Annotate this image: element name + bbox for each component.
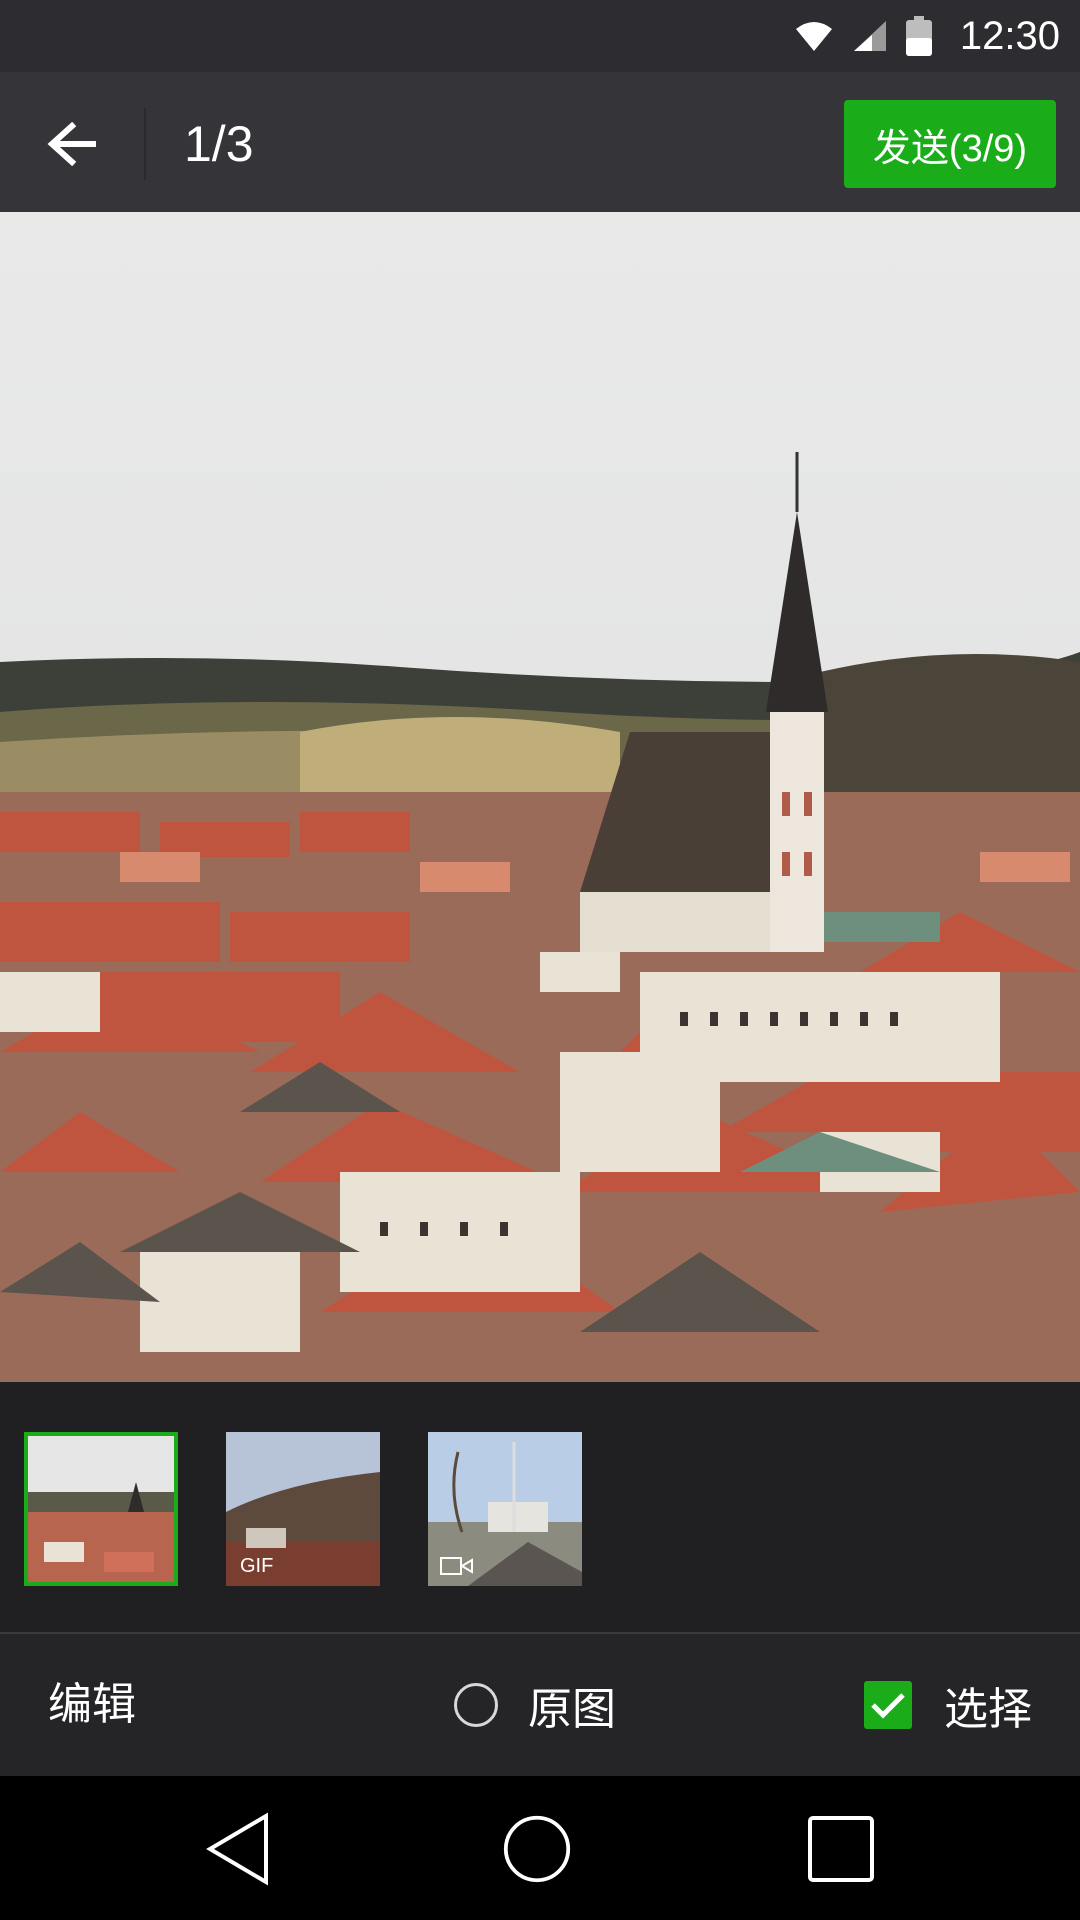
home-circle-icon[interactable] [502, 1814, 572, 1884]
cell-signal-icon [852, 19, 888, 53]
back-button[interactable] [36, 108, 108, 180]
thumbnail-item[interactable] [24, 1432, 178, 1586]
top-toolbar: 1/3 发送(3/9) [0, 72, 1080, 212]
thumbnail-strip: GIF [0, 1382, 1080, 1632]
edit-button[interactable]: 编辑 [48, 1670, 136, 1740]
page-counter: 1/3 [184, 116, 254, 172]
status-icons: 12:30 [794, 0, 1060, 72]
back-triangle-icon[interactable] [204, 1812, 274, 1886]
original-image-option[interactable]: 原图 [454, 1670, 616, 1740]
bottom-action-bar: 编辑 原图 选择 [0, 1634, 1080, 1776]
toolbar-divider [144, 108, 146, 180]
original-label: 原图 [528, 1684, 616, 1735]
status-bar: 12:30 [0, 0, 1080, 72]
radio-unchecked-icon[interactable] [454, 1683, 498, 1727]
send-button[interactable]: 发送(3/9) [844, 100, 1056, 188]
gif-badge: GIF [240, 1555, 274, 1577]
thumbnail-item[interactable]: GIF [226, 1432, 380, 1586]
preview-photo[interactable] [0, 212, 1080, 1382]
battery-icon [905, 16, 932, 56]
wifi-icon [794, 19, 834, 53]
recents-square-icon[interactable] [806, 1814, 876, 1884]
arrow-left-icon [46, 122, 98, 166]
thumbnail-item[interactable] [428, 1432, 582, 1586]
status-time: 12:30 [959, 13, 1060, 58]
select-option[interactable]: 选择 [864, 1670, 1032, 1740]
video-icon [440, 1556, 474, 1576]
system-nav-bar [0, 1776, 1080, 1920]
select-label: 选择 [944, 1684, 1032, 1735]
checkbox-checked-icon[interactable] [864, 1681, 912, 1729]
